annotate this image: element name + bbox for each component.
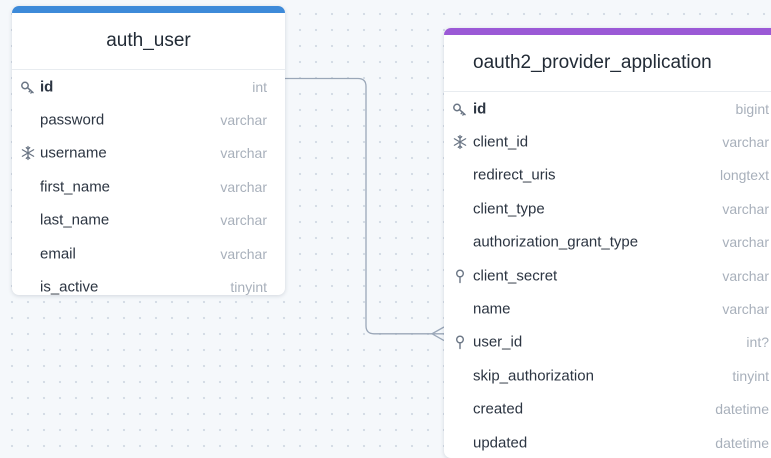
field-row-name[interactable]: name varchar xyxy=(444,292,771,325)
field-name: last_name xyxy=(40,211,110,229)
field-type: int? xyxy=(746,334,769,351)
field-name: first_name xyxy=(40,178,111,196)
field-row-is-active[interactable]: is_active tinyint xyxy=(12,270,285,295)
field-type: varchar xyxy=(722,234,769,251)
field-row-client-type[interactable]: client_type varchar xyxy=(444,192,771,225)
field-name: created xyxy=(473,400,524,418)
field-list: id int password varchar username varchar first… xyxy=(12,70,285,295)
snowflake-icon xyxy=(20,145,36,161)
field-type: datetime xyxy=(715,434,769,451)
field-row-first-name[interactable]: first_name varchar xyxy=(12,170,285,203)
field-row-password[interactable]: password varchar xyxy=(12,103,285,136)
field-list: id bigint client_id varchar redirect_uris lon… xyxy=(444,92,771,458)
field-row-username[interactable]: username varchar xyxy=(12,137,285,170)
field-name: id xyxy=(40,78,54,96)
field-name: client_type xyxy=(473,200,545,218)
relationship-line[interactable] xyxy=(285,77,444,335)
index-icon xyxy=(452,268,468,284)
field-row-skip-authorization[interactable]: skip_authorization tinyint xyxy=(444,359,771,392)
field-type: longtext xyxy=(719,167,769,184)
field-type: bigint xyxy=(735,100,769,117)
field-row-email[interactable]: email varchar xyxy=(12,237,285,270)
field-row-authorization-grant-type[interactable]: authorization_grant_type varchar xyxy=(444,226,771,259)
table-title[interactable]: auth_user xyxy=(12,13,285,70)
field-row-id[interactable]: id bigint xyxy=(444,92,771,125)
field-type: varchar xyxy=(722,301,769,318)
field-type: varchar xyxy=(220,145,267,162)
field-type: varchar xyxy=(220,245,267,262)
field-type: int xyxy=(252,78,267,95)
table-accent-bar xyxy=(444,28,771,35)
field-name: email xyxy=(40,245,76,263)
field-name: client_id xyxy=(473,133,529,151)
field-row-redirect-uris[interactable]: redirect_uris longtext xyxy=(444,159,771,192)
field-name: is_active xyxy=(40,278,99,295)
field-row-user-id[interactable]: user_id int? xyxy=(444,326,771,359)
crows-foot-icon xyxy=(430,326,445,342)
field-name: id xyxy=(473,100,487,118)
field-type: varchar xyxy=(220,112,267,129)
field-type: tinyint xyxy=(230,279,267,295)
field-name: authorization_grant_type xyxy=(473,233,639,251)
index-icon xyxy=(452,334,468,350)
field-type: datetime xyxy=(715,401,769,418)
field-name: user_id xyxy=(473,333,523,351)
field-name: name xyxy=(473,300,511,318)
field-row-id[interactable]: id int xyxy=(12,70,285,103)
field-row-client-secret[interactable]: client_secret varchar xyxy=(444,259,771,292)
field-name: client_secret xyxy=(473,267,558,285)
field-type: varchar xyxy=(722,267,769,284)
field-type: varchar xyxy=(220,178,267,195)
snowflake-icon xyxy=(452,134,468,150)
key-icon xyxy=(20,79,36,95)
field-row-last-name[interactable]: last_name varchar xyxy=(12,204,285,237)
field-type: varchar xyxy=(722,134,769,151)
field-row-client-id[interactable]: client_id varchar xyxy=(444,125,771,158)
field-row-updated[interactable]: updated datetime xyxy=(444,426,771,458)
table-oauth2-provider-application[interactable]: oauth2_provider_application id bigint clie… xyxy=(444,28,771,458)
field-name: password xyxy=(40,111,105,129)
field-type: varchar xyxy=(722,200,769,217)
table-title[interactable]: oauth2_provider_application xyxy=(444,35,771,92)
field-name: skip_authorization xyxy=(473,367,594,385)
table-auth-user[interactable]: auth_user id int password varchar username va… xyxy=(12,6,285,295)
table-accent-bar xyxy=(12,6,285,13)
field-type: tinyint xyxy=(732,367,769,384)
field-type: varchar xyxy=(220,212,267,229)
field-name: redirect_uris xyxy=(473,166,556,184)
key-icon xyxy=(452,101,468,117)
field-name: username xyxy=(40,144,107,162)
field-row-created[interactable]: created datetime xyxy=(444,393,771,426)
field-name: updated xyxy=(473,434,528,452)
